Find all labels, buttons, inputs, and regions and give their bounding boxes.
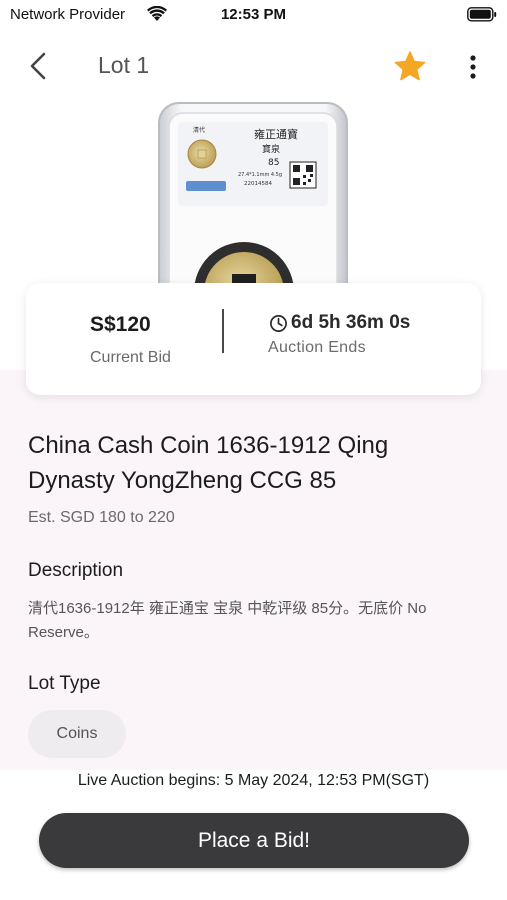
slab-cert-text: 22014584 bbox=[244, 181, 272, 187]
status-time: 12:53 PM bbox=[220, 6, 287, 23]
lot-title: China Cash Coin 1636-1912 Qing Dynasty Y… bbox=[28, 432, 389, 494]
nav-header: Lot 1 bbox=[0, 40, 507, 92]
back-button[interactable] bbox=[24, 50, 54, 82]
lot-description: 清代1636-1912年 雍正通宝 宝泉 中乾评级 85分。无底价 No Res… bbox=[28, 600, 427, 641]
current-bid-label: Current Bid bbox=[90, 349, 171, 366]
live-auction-notice: Live Auction begins: 5 May 2024, 12:53 P… bbox=[77, 772, 430, 789]
place-bid-button[interactable]: Place a Bid! bbox=[39, 813, 469, 868]
bid-info-card: S$120 Current Bid 6d 5h 36m 0s Auction E… bbox=[26, 283, 481, 395]
lot-estimate: Est. SGD 180 to 220 bbox=[28, 509, 175, 526]
slab-grade-text: 85 bbox=[268, 158, 279, 168]
lot-type-heading: Lot Type bbox=[28, 673, 101, 694]
slab-mint-text: 寶泉 bbox=[262, 143, 280, 155]
qr-code-icon bbox=[289, 161, 317, 189]
more-vertical-icon[interactable] bbox=[462, 53, 484, 81]
battery-icon bbox=[467, 7, 497, 26]
star-icon[interactable] bbox=[392, 49, 428, 85]
card-divider bbox=[222, 309, 224, 353]
description-heading: Description bbox=[28, 560, 124, 581]
slab-spec-text: 27.4*1.1mm 4.5g bbox=[238, 172, 282, 178]
countdown-text: 6d 5h 36m 0s bbox=[291, 312, 411, 333]
auction-ends-label: Auction Ends bbox=[268, 339, 366, 356]
lot-type-chip[interactable]: Coins bbox=[28, 710, 126, 758]
page-title: Lot 1 bbox=[98, 52, 150, 78]
auction-countdown: 6d 5h 36m 0s bbox=[269, 312, 410, 334]
slab-name-text: 雍正通寶 bbox=[254, 127, 298, 141]
status-bar: Network Provider 12:53 PM bbox=[0, 0, 507, 32]
current-bid-amount: S$120 bbox=[90, 313, 151, 336]
clock-icon bbox=[270, 314, 287, 332]
slab-era-text: 清代 bbox=[193, 126, 205, 134]
